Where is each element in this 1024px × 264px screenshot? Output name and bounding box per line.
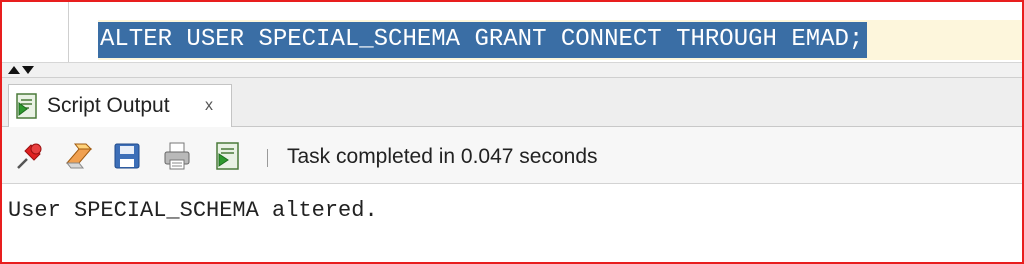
eraser-icon[interactable] bbox=[64, 141, 94, 171]
close-tab-button[interactable]: x bbox=[205, 93, 213, 119]
script-output-icon bbox=[15, 93, 39, 119]
toolbar-separator bbox=[267, 149, 268, 167]
output-message: User SPECIAL_SCHEMA altered. bbox=[8, 198, 378, 223]
status-message: Task completed in 0.047 seconds bbox=[287, 145, 598, 168]
print-icon[interactable] bbox=[162, 141, 192, 171]
output-toolbar: Task completed in 0.047 seconds bbox=[2, 127, 1022, 184]
run-script-icon[interactable] bbox=[212, 141, 242, 171]
window-frame: ALTER USER SPECIAL_SCHEMA GRANT CONNECT … bbox=[0, 0, 1024, 264]
sql-editor[interactable]: ALTER USER SPECIAL_SCHEMA GRANT CONNECT … bbox=[2, 2, 1022, 62]
collapse-up-icon[interactable] bbox=[8, 66, 20, 74]
tab-script-output[interactable]: Script Output x bbox=[8, 84, 232, 127]
pane-splitter[interactable] bbox=[2, 62, 1022, 78]
tab-label: Script Output bbox=[47, 94, 170, 117]
save-icon[interactable] bbox=[112, 141, 142, 171]
expand-down-icon[interactable] bbox=[22, 66, 34, 74]
selected-sql-statement[interactable]: ALTER USER SPECIAL_SCHEMA GRANT CONNECT … bbox=[98, 22, 868, 58]
pin-icon[interactable] bbox=[14, 141, 44, 171]
script-output-pane[interactable]: User SPECIAL_SCHEMA altered. bbox=[2, 184, 1022, 262]
output-tab-strip: Script Output x bbox=[2, 78, 1022, 127]
editor-gutter bbox=[68, 2, 69, 62]
